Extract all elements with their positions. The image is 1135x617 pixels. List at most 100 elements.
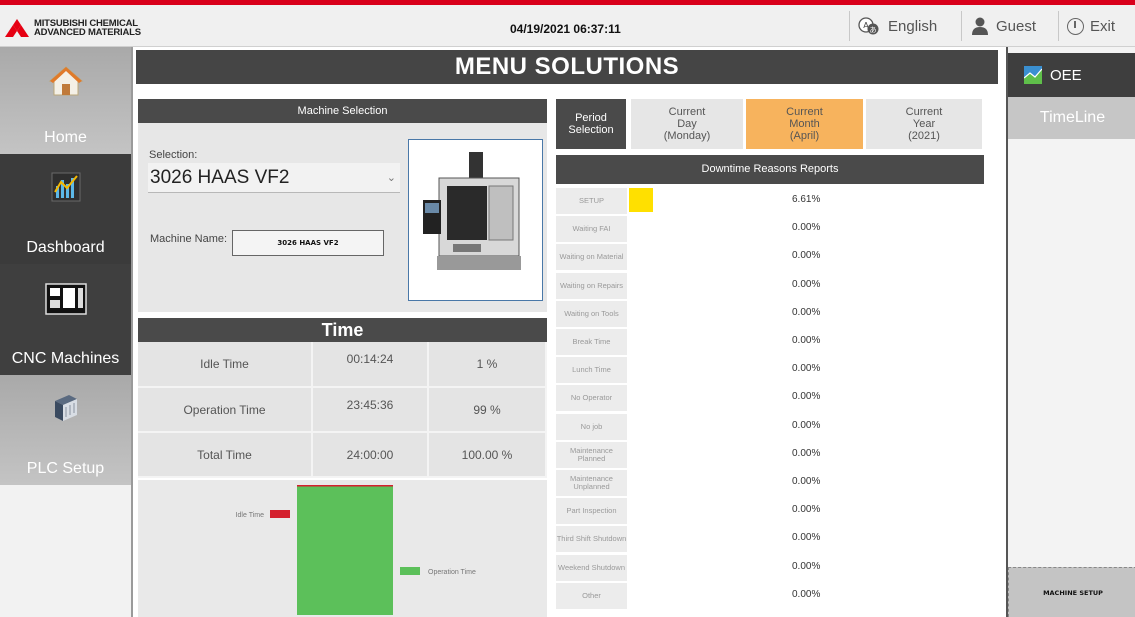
machine-selection-panel: Machine Selection Selection: 3026 HAAS V… bbox=[138, 99, 547, 312]
nav-label-dashboard: Dashboard bbox=[26, 239, 105, 256]
legend-swatch bbox=[400, 567, 420, 575]
bar-operation-time bbox=[297, 486, 393, 615]
legend-label: Idle Time bbox=[236, 512, 265, 519]
legend-label: Operation Time bbox=[428, 569, 476, 576]
machine-select-value: 3026 HAAS VF2 bbox=[150, 167, 290, 188]
downtime-reason-label: Maintenance Planned bbox=[556, 441, 627, 468]
language-button[interactable]: A あ English bbox=[849, 11, 954, 41]
time-row-value: 24:00:00 bbox=[313, 433, 429, 478]
nav-label-home: Home bbox=[44, 129, 87, 146]
user-icon bbox=[972, 17, 988, 35]
downtime-reason-label: SETUP bbox=[556, 188, 627, 214]
downtime-row: Waiting on Material 0.00% bbox=[556, 244, 984, 272]
downtime-reason-label: Waiting on Material bbox=[556, 244, 627, 271]
time-table: Idle Time 00:14:24 1 % Operation Time 23… bbox=[138, 342, 547, 478]
downtime-row: Waiting on Tools 0.00% bbox=[556, 300, 984, 329]
time-chart-svg: Idle Time Operation Time bbox=[236, 485, 476, 615]
downtime-reason-label: Maintenance Unplanned bbox=[556, 470, 627, 496]
language-label: English bbox=[888, 17, 938, 35]
nav-item-cnc-machines[interactable]: CNC Machines bbox=[0, 264, 131, 375]
nav-item-dashboard[interactable]: Dashboard bbox=[0, 154, 131, 264]
nav-label-cnc-machines: CNC Machines bbox=[11, 350, 120, 367]
downtime-percent: 0.00% bbox=[792, 335, 821, 346]
period-year-line1: Current bbox=[905, 106, 943, 118]
current-datetime: 04/19/2021 06:37:11 bbox=[510, 22, 621, 36]
machine-select-dropdown[interactable]: 3026 HAAS VF2 ⌄ bbox=[148, 163, 400, 193]
period-month-line1: Current bbox=[786, 106, 823, 118]
time-row-label: Total Time bbox=[138, 433, 313, 478]
period-label-text: Period Selection bbox=[568, 112, 614, 136]
home-icon bbox=[48, 66, 83, 96]
legend-swatch bbox=[270, 510, 290, 518]
downtime-row: Lunch Time 0.00% bbox=[556, 357, 984, 385]
downtime-row: Part Inspection 0.00% bbox=[556, 498, 984, 526]
period-option-day[interactable]: Current Day (Monday) bbox=[631, 99, 743, 149]
downtime-percent: 0.00% bbox=[792, 306, 821, 318]
cnc-machine-icon bbox=[44, 283, 87, 315]
downtime-percent: 0.00% bbox=[792, 250, 821, 262]
company-logo: MITSUBISHI CHEMICAL ADVANCED MATERIALS bbox=[4, 19, 194, 43]
left-navigation: Home Dashboard CNC Machines PLC Setup bbox=[0, 47, 133, 617]
downtime-bar bbox=[629, 188, 653, 212]
downtime-percent: 0.00% bbox=[792, 447, 821, 459]
user-button[interactable]: Guest bbox=[961, 11, 1051, 41]
downtime-row: Other 0.00% bbox=[556, 582, 984, 611]
period-month-line2: Month bbox=[789, 118, 820, 130]
downtime-reports-header: Downtime Reasons Reports bbox=[556, 155, 984, 184]
period-selection-label: Period Selection bbox=[556, 99, 626, 149]
downtime-reason-label: No Operator bbox=[556, 385, 627, 412]
downtime-row: No Operator 0.00% bbox=[556, 385, 984, 413]
downtime-row: Maintenance Unplanned 0.00% bbox=[556, 470, 984, 498]
period-day-line1: Current bbox=[668, 106, 706, 118]
oee-button[interactable]: OEE bbox=[1008, 53, 1135, 97]
timeline-button[interactable]: TimeLine bbox=[1008, 97, 1135, 139]
downtime-percent: 0.00% bbox=[792, 532, 821, 544]
downtime-percent: 0.00% bbox=[792, 588, 821, 600]
header-bar: MITSUBISHI CHEMICAL ADVANCED MATERIALS 0… bbox=[0, 5, 1135, 47]
language-icon: A あ bbox=[858, 17, 879, 35]
power-icon bbox=[1067, 17, 1084, 35]
oee-chart-icon bbox=[1024, 66, 1042, 84]
downtime-row: Third Shift Shutdown 0.00% bbox=[556, 526, 984, 554]
downtime-percent: 0.00% bbox=[792, 391, 821, 403]
time-row-label: Idle Time bbox=[138, 342, 313, 388]
machine-selection-header: Machine Selection bbox=[138, 99, 547, 123]
downtime-row: Maintenance Planned 0.00% bbox=[556, 441, 984, 470]
time-header: Time bbox=[138, 318, 547, 342]
nav-item-home[interactable]: Home bbox=[0, 47, 131, 154]
downtime-percent: 0.00% bbox=[792, 363, 821, 375]
period-option-year[interactable]: Current Year (2021) bbox=[866, 99, 982, 149]
right-panel: OEE TimeLine MACHINE SETUP bbox=[1006, 47, 1135, 617]
exit-button[interactable]: Exit bbox=[1058, 11, 1135, 41]
page-title: MENU SOLUTIONS bbox=[136, 50, 998, 84]
period-day-line3: (Monday) bbox=[663, 130, 711, 142]
plc-module-icon bbox=[54, 395, 77, 421]
downtime-reason-label: Other bbox=[556, 582, 627, 609]
time-row-value: 23:45:36 bbox=[313, 388, 429, 433]
machine-name-label: Machine Name: bbox=[150, 233, 228, 245]
chevron-down-icon: ⌄ bbox=[386, 172, 396, 184]
downtime-percent: 0.00% bbox=[792, 278, 821, 290]
downtime-row: SETUP 6.61% bbox=[556, 188, 984, 216]
time-row-label: Operation Time bbox=[138, 388, 313, 433]
period-year-line2: Year bbox=[912, 118, 936, 130]
time-row-percent: 100.00 % bbox=[429, 433, 547, 478]
period-option-month[interactable]: Current Month (April) bbox=[746, 99, 863, 149]
downtime-percent: 6.61% bbox=[792, 194, 821, 205]
downtime-percent: 0.00% bbox=[792, 504, 821, 516]
nav-item-plc-setup[interactable]: PLC Setup bbox=[0, 375, 131, 485]
period-day-line2: Day bbox=[677, 118, 697, 130]
exit-label: Exit bbox=[1090, 17, 1116, 35]
downtime-percent: 0.00% bbox=[792, 560, 821, 572]
time-row-percent: 99 % bbox=[429, 388, 547, 433]
period-month-line3: (April) bbox=[789, 130, 820, 142]
downtime-row: Waiting FAI 0.00% bbox=[556, 216, 984, 244]
downtime-reason-label: Part Inspection bbox=[556, 498, 627, 525]
downtime-row: Weekend Shutdown 0.00% bbox=[556, 554, 984, 583]
machine-setup-button[interactable]: MACHINE SETUP bbox=[1008, 567, 1135, 617]
downtime-percent: 0.00% bbox=[792, 476, 821, 487]
downtime-reason-label: Lunch Time bbox=[556, 357, 627, 384]
downtime-reason-label: No job bbox=[556, 413, 627, 440]
downtime-row: No job 0.00% bbox=[556, 413, 984, 442]
time-chart: Idle Time Operation Time bbox=[138, 480, 547, 617]
